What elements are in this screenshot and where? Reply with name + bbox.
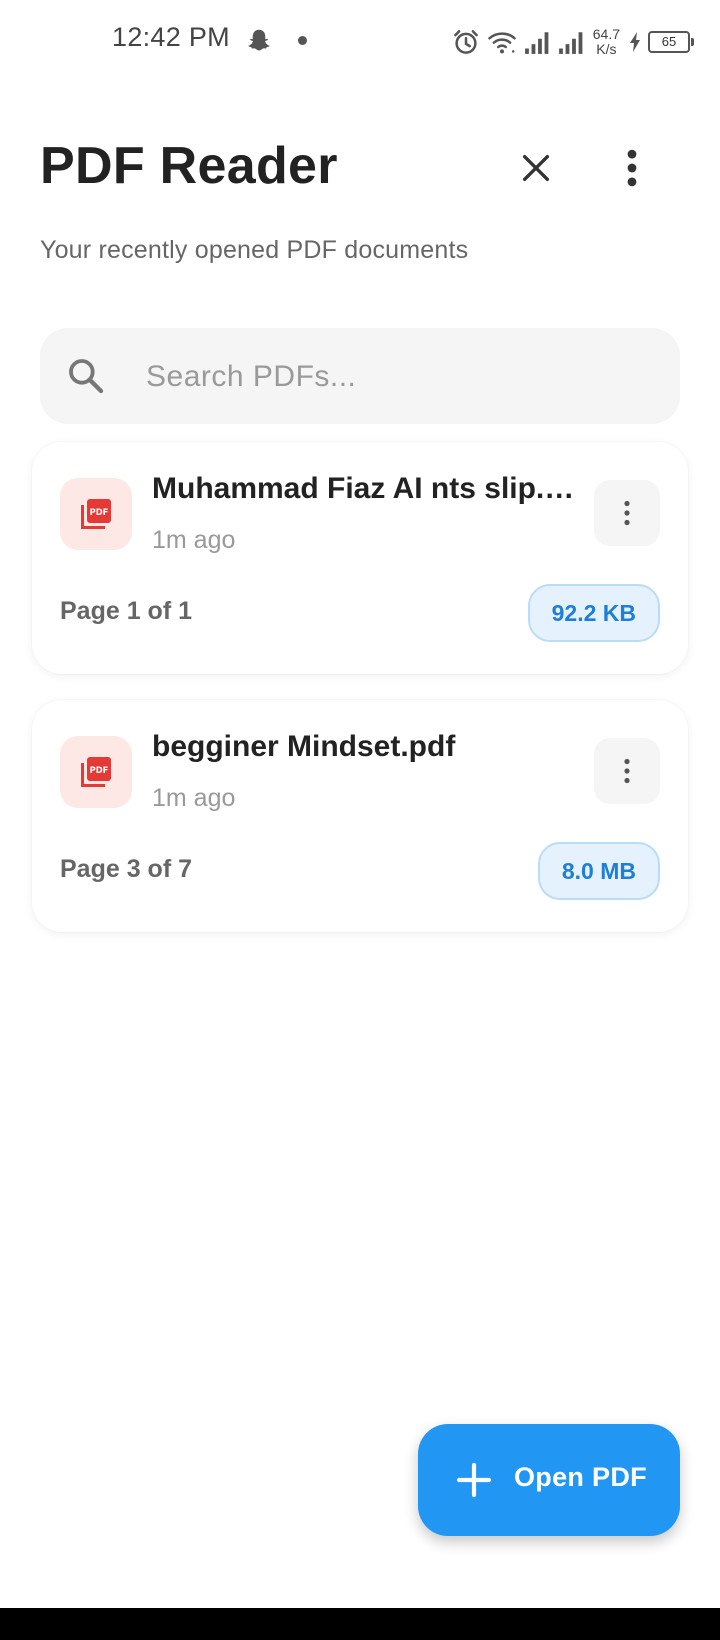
- more-vertical-icon: [624, 758, 630, 784]
- picture-as-pdf-icon: PDF: [81, 757, 111, 787]
- network-speed-value: 64.7: [592, 26, 620, 42]
- file-size-badge: 92.2 KB: [527, 584, 660, 642]
- search-bar[interactable]: [40, 328, 680, 426]
- page-title: PDF Reader: [40, 137, 338, 195]
- open-pdf-button[interactable]: Open PDF: [418, 1424, 680, 1536]
- more-vertical-icon: [624, 500, 630, 526]
- signal-icon: [524, 32, 549, 54]
- alarm-icon: [453, 30, 478, 54]
- pdf-file-icon: PDF: [60, 478, 132, 550]
- page-subtitle: Your recently opened PDF documents: [40, 236, 469, 264]
- document-card[interactable]: PDF begginer Mindset.pdf 1m ago Page 3 o…: [32, 700, 688, 932]
- snapchat-icon: [248, 29, 270, 51]
- status-time: 12:42 PM: [112, 22, 230, 52]
- pdf-file-icon: PDF: [60, 736, 132, 808]
- status-bar: 12:42 PM 64.7 K/s 65: [0, 0, 720, 80]
- battery-icon: 65: [648, 31, 694, 53]
- charging-icon: [630, 32, 640, 52]
- notification-dot: [298, 36, 307, 45]
- document-menu-button[interactable]: [594, 480, 660, 546]
- document-name: Muhammad Fiaz AI nts slip.pdf: [152, 472, 590, 505]
- close-button[interactable]: [508, 140, 564, 196]
- document-pages: Page 3 of 7: [60, 855, 192, 883]
- status-icons: 64.7 K/s 65: [451, 20, 694, 64]
- close-icon: [522, 154, 550, 182]
- more-vertical-icon: [627, 149, 637, 187]
- search-icon: [69, 359, 104, 394]
- wifi-icon: [488, 32, 516, 54]
- open-pdf-label: Open PDF: [514, 1462, 647, 1492]
- svg-text:PDF: PDF: [90, 507, 109, 517]
- document-pages: Page 1 of 1: [60, 597, 192, 625]
- signal-icon: [558, 32, 583, 54]
- search-input[interactable]: [144, 328, 668, 426]
- network-speed: 64.7 K/s: [593, 27, 620, 57]
- document-time: 1m ago: [152, 526, 236, 554]
- more-options-button[interactable]: [604, 140, 660, 196]
- svg-text:PDF: PDF: [90, 765, 109, 775]
- system-navigation-bar: [0, 1608, 720, 1640]
- battery-level: 65: [661, 34, 677, 49]
- document-card[interactable]: PDF Muhammad Fiaz AI nts slip.pdf 1m ago…: [32, 442, 688, 674]
- document-name: begginer Mindset.pdf: [152, 730, 456, 763]
- document-time: 1m ago: [152, 784, 236, 812]
- network-speed-unit: K/s: [596, 41, 617, 57]
- picture-as-pdf-icon: PDF: [81, 499, 111, 529]
- file-size-badge: 8.0 MB: [537, 842, 660, 900]
- document-menu-button[interactable]: [594, 738, 660, 804]
- plus-icon: [456, 1462, 492, 1498]
